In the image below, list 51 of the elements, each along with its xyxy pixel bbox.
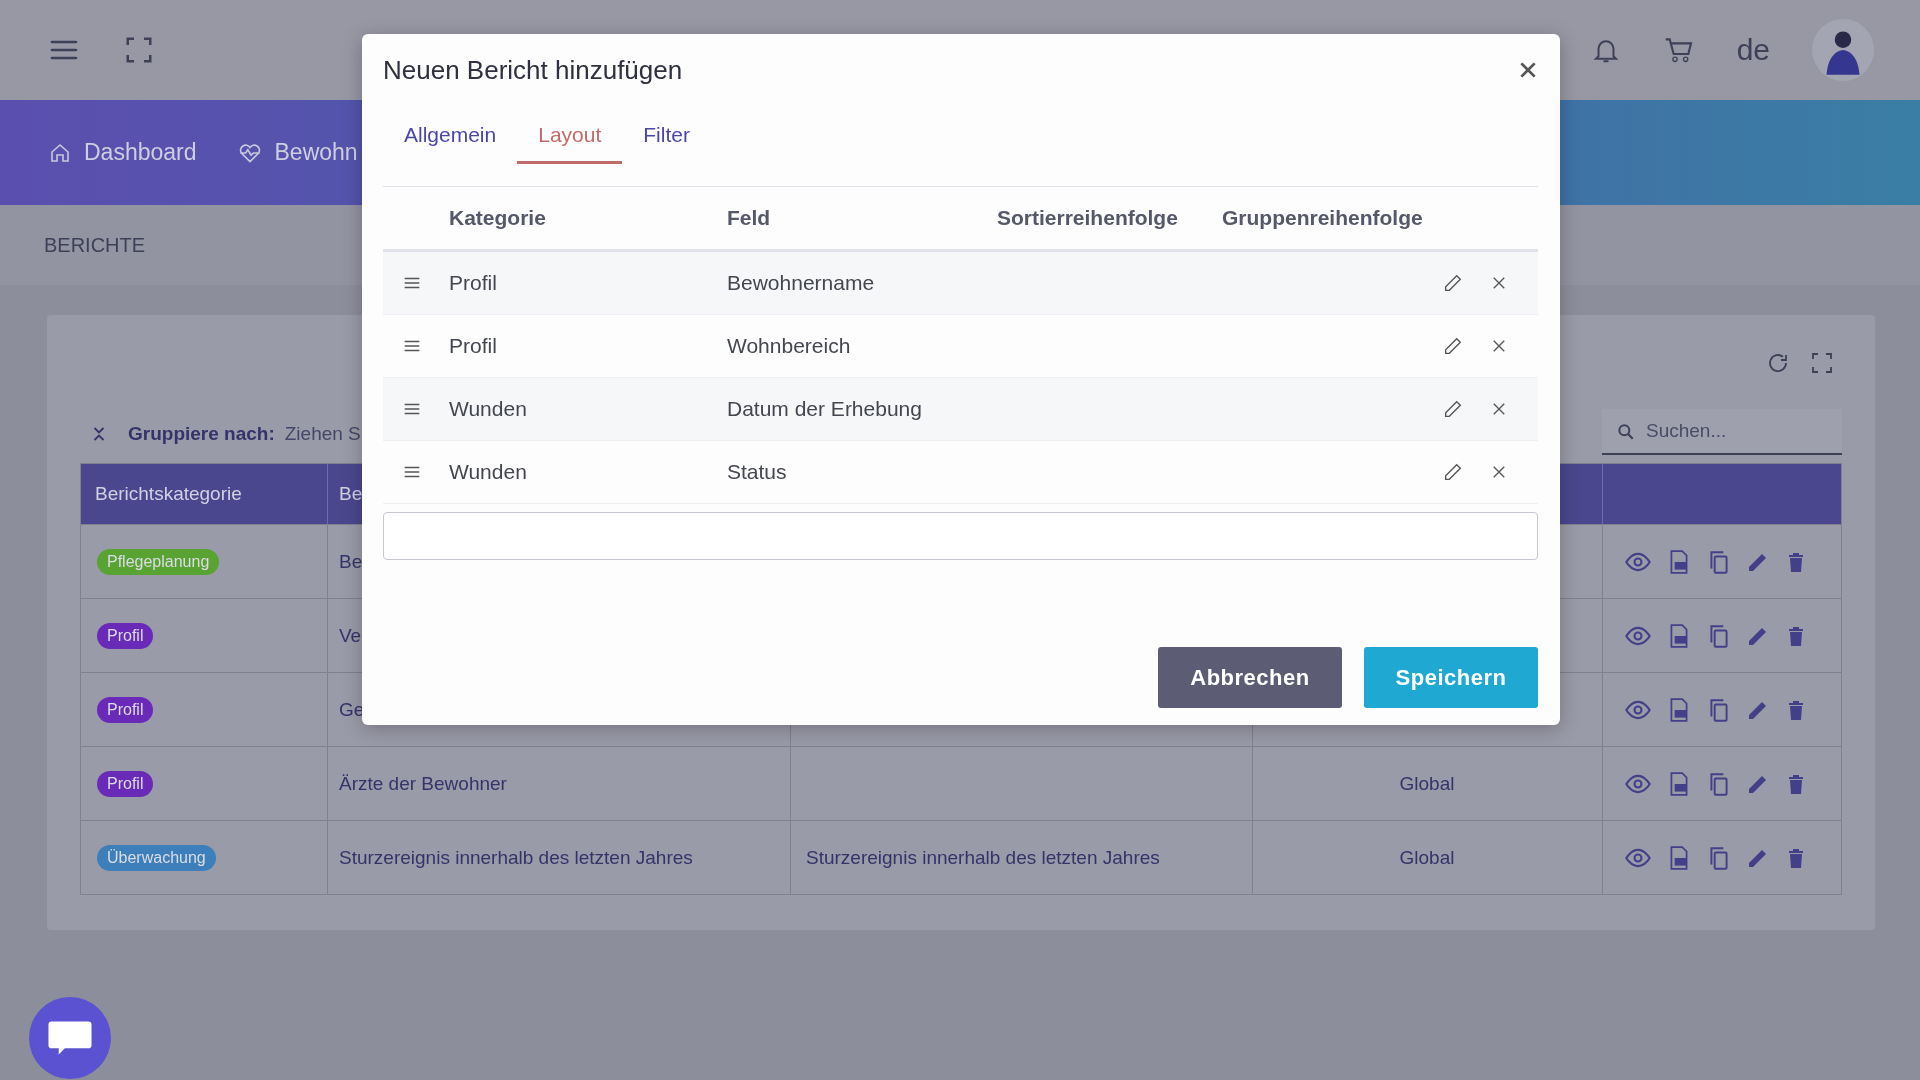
tab[interactable]: Filter [622,120,711,164]
column-header: Be [339,483,363,505]
avatar[interactable] [1812,19,1874,81]
table-cell: Ärzte der Bewohner [339,772,507,795]
table-cell-text: Datum der Erhebung [726,397,923,421]
category-tag: Überwachung [97,844,216,871]
group-by-label: Gruppiere nach: [128,423,275,445]
fullscreen-icon[interactable] [124,35,154,65]
nav-item[interactable]: Bewohn [236,139,358,166]
table-cell: Ge [339,698,365,721]
table-cell: Sturzereignis innerhalb des letzten Jahres [806,846,1160,869]
table-cell: Global [1399,772,1455,795]
refresh-icon[interactable] [1766,351,1790,375]
input-field[interactable] [383,512,1538,560]
column-header: Berichtskategorie [95,483,242,505]
edit-icon[interactable] [1442,461,1464,483]
primary-button[interactable]: Speichern [1364,647,1538,708]
category-tag: Profil [97,770,154,797]
table-cell-text: Wohnbereich [726,334,852,358]
table-cell-text: Wunden [448,397,528,421]
close-icon[interactable] [1518,60,1538,80]
table-cell-text: Profil [448,271,498,295]
secondary-button[interactable]: Abbrechen [1158,647,1342,708]
fullscreen-icon[interactable] [1810,351,1834,375]
category-tag: Pflegeplanung [97,548,220,575]
language-selector[interactable]: de [1736,33,1770,67]
table-cell: Be [339,550,363,573]
tab[interactable]: Layout [517,120,623,164]
table-cell-text: Status [726,460,788,484]
edit-icon[interactable] [1442,335,1464,357]
table-cell: Global [1399,846,1455,869]
chat-button[interactable] [29,997,111,1079]
column-header: Kategorie [448,206,547,230]
column-header: Gruppenreihenfolge [1221,206,1424,230]
edit-icon[interactable] [1442,272,1464,294]
table-cell: Sturzereignis innerhalb des letzten Jahres [339,846,693,869]
edit-icon[interactable] [1442,398,1464,420]
category-tag: Profil [97,696,154,723]
dialog-title: Neuen Bericht hinzufügen [383,54,683,86]
table-cell-text: Bewohnername [726,271,876,295]
column-header: Feld [726,206,772,230]
search-field[interactable]: Suchen... [1602,409,1842,455]
table-cell: Ve [339,624,362,647]
tab[interactable]: Allgemein [383,120,518,164]
group-by-hint: Ziehen S [284,423,361,445]
column-header: Sortierreihenfolge [996,206,1179,230]
table-cell-text: Wunden [448,460,528,484]
category-tag: Profil [97,622,154,649]
table-cell-text: Profil [448,334,498,358]
page-title: BERICHTE [44,233,146,257]
nav-item[interactable]: Dashboard [48,139,197,166]
